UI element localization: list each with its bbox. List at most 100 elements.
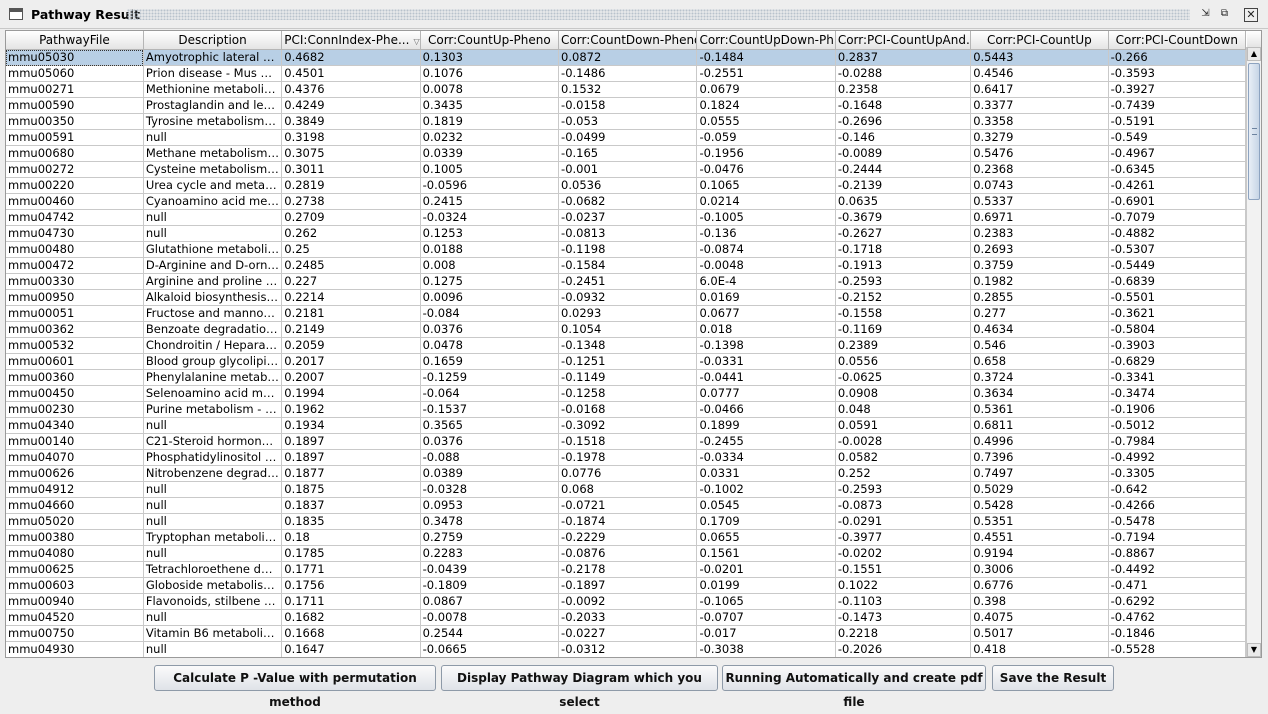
table-cell[interactable]: Tyrosine metabolism - ... <box>143 113 283 130</box>
table-cell[interactable]: -0.0202 <box>835 545 972 562</box>
table-cell[interactable]: -0.1473 <box>835 609 972 626</box>
table-cell[interactable]: 0.0169 <box>696 289 836 306</box>
table-cell[interactable]: mmu04742 <box>6 209 144 226</box>
table-cell[interactable]: mmu00380 <box>6 529 144 546</box>
table-cell[interactable]: Tetrachloroethene deg... <box>143 561 283 578</box>
table-cell[interactable]: 0.0331 <box>696 465 836 482</box>
table-cell[interactable]: 0.4501 <box>281 65 421 82</box>
table-cell[interactable]: 0.1982 <box>970 273 1109 290</box>
table-cell[interactable]: 0.1875 <box>281 481 421 498</box>
table-cell[interactable]: -0.2033 <box>558 609 698 626</box>
table-cell[interactable]: 0.0293 <box>558 305 698 322</box>
table-cell[interactable]: 0.1275 <box>420 273 560 290</box>
table-cell[interactable]: -0.642 <box>1108 481 1247 498</box>
table-cell[interactable]: 0.227 <box>281 273 421 290</box>
table-cell[interactable]: 0.1682 <box>281 609 421 626</box>
table-cell[interactable]: mmu04912 <box>6 481 144 498</box>
table-cell[interactable]: 0.1709 <box>696 513 836 530</box>
table-cell[interactable]: 0.1253 <box>420 225 560 242</box>
table-cell[interactable]: -0.0168 <box>558 401 698 418</box>
table-cell[interactable]: mmu00590 <box>6 97 144 114</box>
table-cell[interactable]: mmu00625 <box>6 561 144 578</box>
table-cell[interactable]: Phenylalanine metabol... <box>143 369 283 386</box>
table-cell[interactable]: mmu00350 <box>6 113 144 130</box>
table-cell[interactable]: mmu00051 <box>6 305 144 322</box>
table-cell[interactable]: 0.1771 <box>281 561 421 578</box>
table-cell[interactable]: -0.0201 <box>696 561 836 578</box>
table-cell[interactable]: 0.1076 <box>420 65 560 82</box>
table-row[interactable]: mmu00450 Selenoamino acid met... 0.1994 -0.… <box>6 385 1247 402</box>
table-cell[interactable]: -0.2026 <box>835 641 972 657</box>
table-cell[interactable]: 0.5017 <box>970 625 1109 642</box>
table-cell[interactable]: -0.3038 <box>696 641 836 657</box>
table-row[interactable]: mmu05020 null 0.1835 0.3478 -0.1874 0.1709 -0.… <box>6 513 1247 530</box>
pathway-result-table[interactable]: PathwayFile Description PCI:ConnIndex-Phe.… <box>5 30 1262 658</box>
table-row[interactable]: mmu04660 null 0.1837 0.0953 -0.0721 0.0545 -0.… <box>6 497 1247 514</box>
table-cell[interactable]: mmu00271 <box>6 81 144 98</box>
table-cell[interactable]: mmu00626 <box>6 465 144 482</box>
table-cell[interactable]: -0.0334 <box>696 449 836 466</box>
table-cell[interactable]: mmu00950 <box>6 289 144 306</box>
table-cell[interactable]: 0.1897 <box>281 449 421 466</box>
table-cell[interactable]: 0.0199 <box>696 577 836 594</box>
column-header[interactable]: Corr:CountUp-Pheno <box>420 31 560 50</box>
column-header[interactable]: Corr:CountUpDown-Ph... <box>696 31 836 50</box>
table-row[interactable]: mmu00140 C21-Steroid hormone ... 0.1897 0.0… <box>6 433 1247 450</box>
table-cell[interactable]: -0.7079 <box>1108 209 1247 226</box>
table-cell[interactable]: 0.4546 <box>970 65 1109 82</box>
table-cell[interactable]: 0.1897 <box>281 433 421 450</box>
table-cell[interactable]: -0.1484 <box>696 49 836 66</box>
table-cell[interactable]: 0.5476 <box>970 145 1109 162</box>
table-cell[interactable]: Cysteine metabolism -... <box>143 161 283 178</box>
table-cell[interactable]: mmu00532 <box>6 337 144 354</box>
table-cell[interactable]: 0.0188 <box>420 241 560 258</box>
table-cell[interactable]: 0.0376 <box>420 433 560 450</box>
table-cell[interactable]: 0.3006 <box>970 561 1109 578</box>
table-cell[interactable]: -0.053 <box>558 113 698 130</box>
table-cell[interactable]: 0.3011 <box>281 161 421 178</box>
table-cell[interactable]: -0.0873 <box>835 497 972 514</box>
table-cell[interactable]: 0.2149 <box>281 321 421 338</box>
table-cell[interactable]: 0.0591 <box>835 417 972 434</box>
table-cell[interactable]: 0.0536 <box>558 177 698 194</box>
table-cell[interactable]: 0.1837 <box>281 497 421 514</box>
table-cell[interactable]: 0.1756 <box>281 577 421 594</box>
table-cell[interactable]: -0.1103 <box>835 593 972 610</box>
table-cell[interactable]: -0.1648 <box>835 97 972 114</box>
table-cell[interactable]: -0.0089 <box>835 145 972 162</box>
table-cell[interactable]: -0.0721 <box>558 497 698 514</box>
table-cell[interactable]: -0.8867 <box>1108 545 1247 562</box>
table-cell[interactable]: 0.3565 <box>420 417 560 434</box>
table-cell[interactable]: 0.0478 <box>420 337 560 354</box>
table-cell[interactable]: Alkaloid biosynthesis I ... <box>143 289 283 306</box>
table-cell[interactable]: mmu04520 <box>6 609 144 626</box>
table-cell[interactable]: -0.7984 <box>1108 433 1247 450</box>
table-cell[interactable]: Methionine metabolis... <box>143 81 283 98</box>
table-cell[interactable]: null <box>143 129 283 146</box>
table-row[interactable]: mmu00532 Chondroitin / Heparan ... 0.2059 0… <box>6 337 1247 354</box>
table-cell[interactable]: Chondroitin / Heparan ... <box>143 337 283 354</box>
table-cell[interactable]: 0.7396 <box>970 449 1109 466</box>
scroll-thumb[interactable] <box>1248 63 1260 200</box>
table-cell[interactable]: 0.25 <box>281 241 421 258</box>
table-cell[interactable]: -0.136 <box>696 225 836 242</box>
column-header[interactable]: PathwayFile <box>6 31 144 50</box>
table-cell[interactable]: -0.6345 <box>1108 161 1247 178</box>
table-cell[interactable]: -0.1065 <box>696 593 836 610</box>
table-cell[interactable]: -0.1518 <box>558 433 698 450</box>
table-cell[interactable]: 0.6971 <box>970 209 1109 226</box>
table-cell[interactable]: 0.0776 <box>558 465 698 482</box>
table-cell[interactable]: 0.7497 <box>970 465 1109 482</box>
table-cell[interactable]: 0.3849 <box>281 113 421 130</box>
table-cell[interactable]: -0.0874 <box>696 241 836 258</box>
table-cell[interactable]: -0.3341 <box>1108 369 1247 386</box>
table-cell[interactable]: mmu04080 <box>6 545 144 562</box>
table-cell[interactable]: 0.4551 <box>970 529 1109 546</box>
table-cell[interactable]: 0.3377 <box>970 97 1109 114</box>
table-cell[interactable]: mmu05030 <box>6 49 144 66</box>
table-cell[interactable]: 0.1303 <box>420 49 560 66</box>
table-cell[interactable]: -0.0158 <box>558 97 698 114</box>
table-cell[interactable]: 0.1668 <box>281 625 421 642</box>
table-cell[interactable]: Cyanoamino acid met... <box>143 193 283 210</box>
table-cell[interactable]: -0.5449 <box>1108 257 1247 274</box>
